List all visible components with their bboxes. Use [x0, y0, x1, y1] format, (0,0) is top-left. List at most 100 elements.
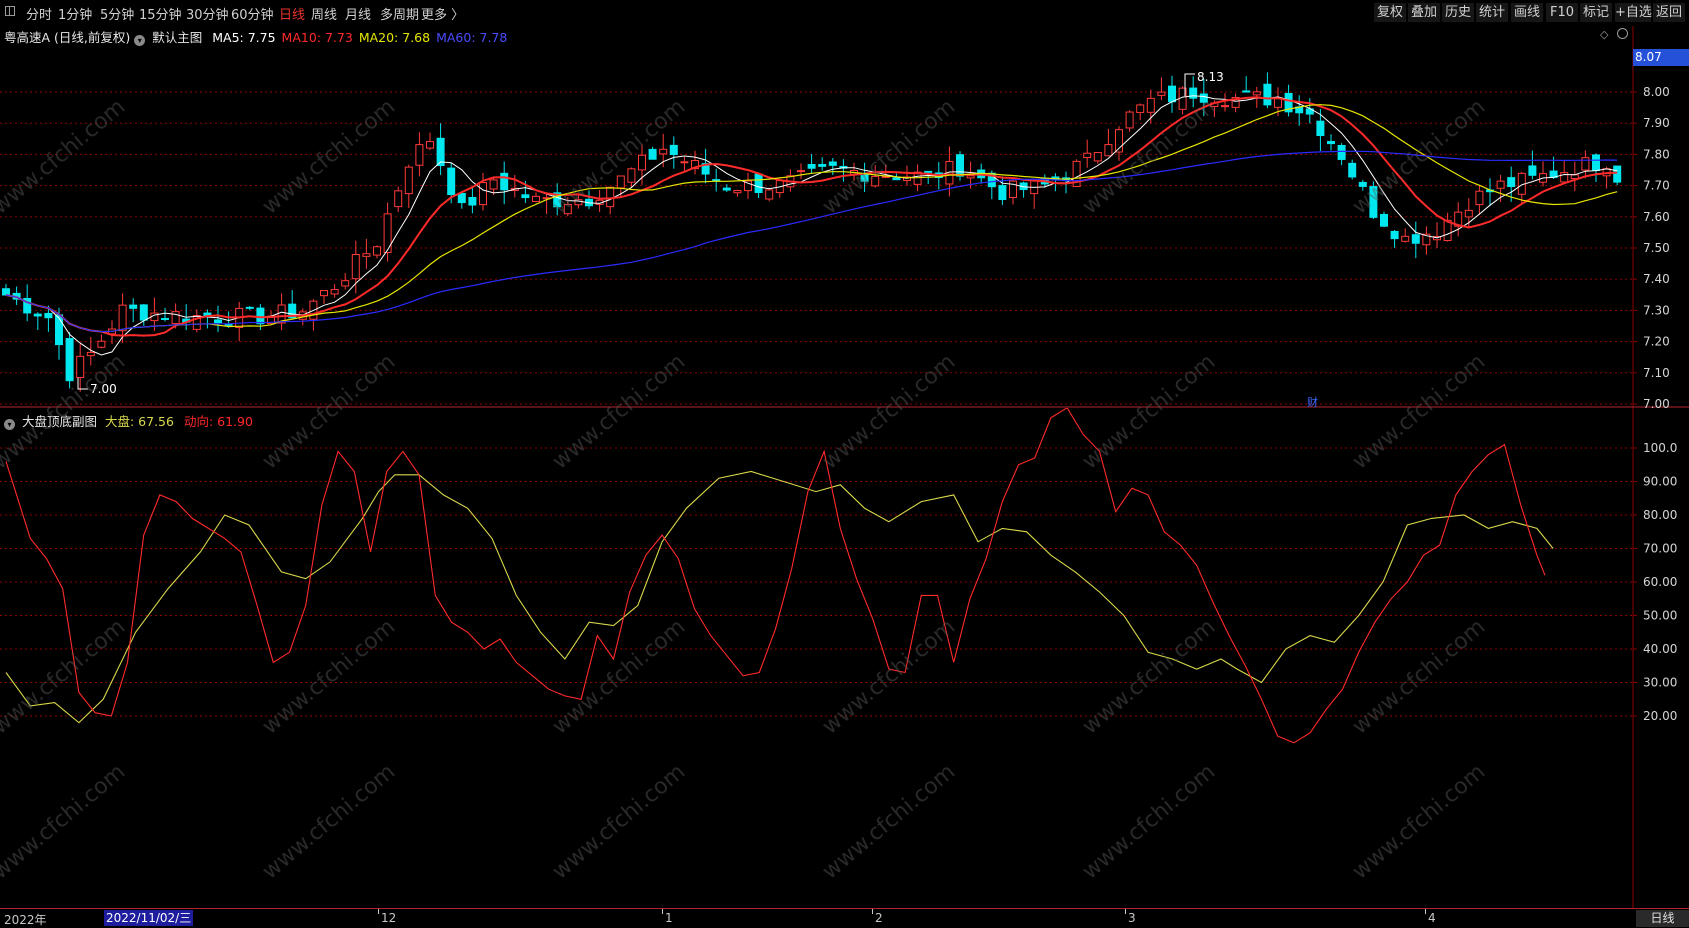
- toolbar-right-button-5[interactable]: F10: [1546, 3, 1578, 22]
- price-axis-label: 7.60: [1643, 210, 1670, 224]
- circle-icon[interactable]: [1617, 28, 1628, 39]
- dongxiang-value: 动向: 61.90: [183, 414, 253, 429]
- candle-body: [1464, 209, 1473, 218]
- sub-axis-label: 60.00: [1643, 575, 1677, 589]
- date-tick: [1125, 909, 1126, 914]
- date-axis-label: 2: [875, 911, 883, 925]
- window-layout-icon[interactable]: [5, 6, 15, 16]
- current-price-tag: 8.07: [1633, 49, 1689, 66]
- candle-body: [924, 170, 933, 173]
- candle-body: [521, 194, 530, 199]
- candle-body: [606, 186, 615, 208]
- toolbar-tab-3[interactable]: 15分钟: [139, 4, 182, 23]
- candle-body: [97, 340, 106, 348]
- candle-body: [1581, 157, 1590, 171]
- toolbar-tab-2[interactable]: 5分钟: [100, 4, 134, 23]
- candle-body: [638, 154, 646, 171]
- date-tick: [662, 909, 663, 914]
- candle-body: [1316, 120, 1325, 137]
- toolbar-tab-8[interactable]: 月线: [345, 4, 371, 23]
- toolbar-right-button-7[interactable]: +自选: [1615, 3, 1652, 22]
- candle-body: [828, 161, 837, 166]
- toolbar-right-button-6[interactable]: 标记: [1580, 3, 1612, 22]
- dropdown-icon[interactable]: ▾: [4, 419, 15, 430]
- candle-body: [648, 148, 657, 160]
- dongxiang-line: [5, 408, 1546, 744]
- sub-axis-label: 90.00: [1643, 475, 1677, 489]
- date-axis-label: 2022年: [4, 913, 47, 927]
- candle-body: [1327, 141, 1335, 145]
- candle-body: [1475, 190, 1484, 206]
- price-axis-label: 7.70: [1643, 179, 1670, 193]
- candle-body: [76, 355, 85, 379]
- candlestick-chart[interactable]: 8.00 7.90 7.80 7.70 7.60 7.50 7.40 7.30 7.20 7.10…: [0, 26, 1689, 408]
- toolbar-tab-9[interactable]: 多周期: [380, 4, 419, 23]
- candle-body: [171, 311, 180, 325]
- candle-body: [1168, 85, 1176, 103]
- candle-body: [733, 190, 742, 194]
- toolbar-tab-6[interactable]: 日线: [279, 4, 305, 23]
- chart-template[interactable]: 默认主图: [152, 30, 202, 45]
- ma-legend-item: MA60: 7.78: [436, 30, 508, 45]
- candle-body: [860, 174, 869, 182]
- candle-body: [1157, 91, 1166, 96]
- candle-body: [500, 172, 509, 191]
- candle-body: [394, 190, 403, 208]
- date-axis-label: 1: [665, 911, 673, 925]
- candle-body: [998, 185, 1007, 201]
- candle-body: [1592, 154, 1600, 172]
- diamond-icon[interactable]: ◇: [1600, 28, 1608, 41]
- candle-body: [627, 168, 636, 183]
- candle-body: [1496, 180, 1505, 189]
- toolbar-tab-1[interactable]: 1分钟: [58, 4, 92, 23]
- toolbar-right-button-3[interactable]: 统计: [1476, 3, 1508, 22]
- candle-body: [129, 304, 138, 309]
- candle-body: [1146, 97, 1155, 113]
- candle-body: [1125, 111, 1134, 129]
- toolbar-right-button-0[interactable]: 复权: [1374, 3, 1406, 22]
- toolbar-tab-4[interactable]: 30分钟: [186, 4, 229, 23]
- candle-body: [797, 170, 805, 173]
- toolbar-right-button-2[interactable]: 历史: [1442, 3, 1474, 22]
- sub-axis-label: 40.00: [1643, 642, 1677, 656]
- price-axis-label: 8.00: [1643, 85, 1670, 99]
- toolbar-tab-7[interactable]: 周线: [311, 4, 337, 23]
- price-axis-label: 7.00: [1643, 397, 1670, 408]
- candle-body: [33, 313, 42, 317]
- date-cursor-label: 2022/11/02/三: [104, 910, 194, 926]
- date-axis-label: 4: [1428, 911, 1436, 925]
- candle-body: [447, 167, 456, 196]
- price-axis-label: 7.20: [1643, 335, 1670, 349]
- candle-body: [680, 161, 689, 164]
- toolbar-tab-10[interactable]: 更多 〉: [421, 4, 464, 23]
- candle-body: [245, 306, 254, 309]
- candle-body: [1380, 213, 1388, 227]
- candle-body: [871, 175, 880, 187]
- toolbar-right-button-1[interactable]: 叠加: [1408, 3, 1440, 22]
- price-axis-label: 7.90: [1643, 116, 1670, 130]
- date-axis: 2022/11/02/三 日线 2022年 12 1 2 3 4: [0, 908, 1689, 927]
- price-axis-label: 7.80: [1643, 147, 1670, 161]
- main-chart-legend: 粤高速A (日线,前复权) ▾ 默认主图 MA5: 7.75 MA10: 7.73…: [4, 27, 507, 46]
- sub-axis-label: 100.0: [1643, 441, 1677, 455]
- sub-chart-title[interactable]: 大盘顶底副图: [22, 414, 97, 429]
- stock-name[interactable]: 粤高速A (日线,前复权): [4, 30, 130, 45]
- candle-body: [341, 280, 350, 287]
- toolbar-right-button-4[interactable]: 画线: [1511, 3, 1543, 22]
- ma-legend-item: MA10: 7.73: [281, 30, 353, 45]
- candle-body: [892, 177, 901, 181]
- toolbar-tab-0[interactable]: 分时: [26, 4, 52, 23]
- toolbar-right-button-8[interactable]: 返回: [1653, 3, 1685, 22]
- oscillator-chart[interactable]: 100.0 90.00 80.00 70.00 60.00 50.00 40.00 30.00…: [0, 408, 1689, 908]
- candle-body: [1221, 105, 1229, 108]
- candle-body: [1528, 165, 1537, 176]
- candle-body: [722, 187, 731, 191]
- candle-body: [330, 289, 339, 295]
- toolbar-tab-5[interactable]: 60分钟: [231, 4, 274, 23]
- dropdown-icon[interactable]: ▾: [134, 35, 146, 46]
- date-axis-label: 12: [381, 911, 397, 925]
- candle-body: [139, 304, 148, 321]
- high-price-label: 8.13: [1197, 70, 1224, 84]
- period-button[interactable]: 日线: [1636, 910, 1689, 927]
- candle-body: [1252, 91, 1261, 96]
